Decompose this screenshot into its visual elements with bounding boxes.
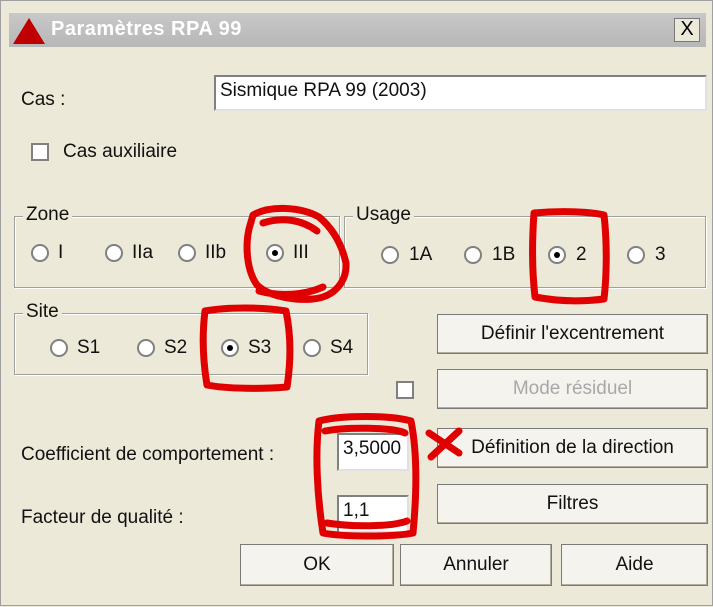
close-button[interactable]: X <box>674 18 700 42</box>
site-group-label: Site <box>23 301 62 323</box>
zone-option-iia: IIa <box>132 242 154 263</box>
coefficient-label: Coefficient de comportement : <box>21 444 275 465</box>
usage-group-label: Usage <box>353 204 414 226</box>
cas-input[interactable]: Sismique RPA 99 (2003) <box>214 75 707 111</box>
zone-option-iii: III <box>293 242 309 263</box>
site-option-s3: S3 <box>248 337 272 358</box>
zone-group-label: Zone <box>23 204 73 226</box>
annuler-button[interactable]: Annuler <box>400 544 552 586</box>
usage-option-2: 2 <box>576 244 587 265</box>
mode-residuel-button[interactable]: Mode résiduel <box>437 369 708 409</box>
site-option-s4: S4 <box>330 337 354 358</box>
zone-radio-iib[interactable] <box>178 244 196 262</box>
usage-option-1b: 1B <box>492 244 516 265</box>
site-option-s2: S2 <box>164 337 188 358</box>
site-radio-s4[interactable] <box>303 339 321 357</box>
cas-auxiliaire-checkbox[interactable] <box>31 143 49 161</box>
usage-radio-1a[interactable] <box>381 246 399 264</box>
cas-label: Cas : <box>21 89 66 110</box>
app-triangle-icon <box>13 18 45 44</box>
usage-option-3: 3 <box>655 244 666 265</box>
mode-residuel-checkbox[interactable] <box>396 381 414 399</box>
define-eccentricity-button[interactable]: Définir l'excentrement <box>437 314 708 354</box>
site-option-s1: S1 <box>77 337 101 358</box>
site-radio-s3[interactable] <box>221 339 239 357</box>
facteur-input[interactable]: 1,1 <box>337 495 409 533</box>
cas-auxiliaire-label: Cas auxiliaire <box>63 141 178 162</box>
window-title: Paramètres RPA 99 <box>51 18 242 40</box>
usage-radio-1b[interactable] <box>464 246 482 264</box>
rpa99-dialog: Paramètres RPA 99 X Cas : Sismique RPA 9… <box>0 0 713 606</box>
zone-radio-i[interactable] <box>31 244 49 262</box>
title-bar[interactable]: Paramètres RPA 99 X <box>9 13 706 47</box>
usage-radio-3[interactable] <box>627 246 645 264</box>
site-radio-s1[interactable] <box>50 339 68 357</box>
site-radio-s2[interactable] <box>137 339 155 357</box>
zone-option-i: I <box>58 242 64 263</box>
filtres-button[interactable]: Filtres <box>437 484 708 524</box>
zone-radio-iii[interactable] <box>266 244 284 262</box>
zone-radio-iia[interactable] <box>105 244 123 262</box>
zone-option-iib: IIb <box>205 242 227 263</box>
ok-button[interactable]: OK <box>240 544 394 586</box>
usage-option-1a: 1A <box>409 244 433 265</box>
usage-radio-2[interactable] <box>548 246 566 264</box>
facteur-label: Facteur de qualité : <box>21 507 184 528</box>
direction-definition-button[interactable]: Définition de la direction <box>437 428 708 468</box>
aide-button[interactable]: Aide <box>561 544 708 586</box>
coefficient-input[interactable]: 3,5000 <box>337 433 409 471</box>
